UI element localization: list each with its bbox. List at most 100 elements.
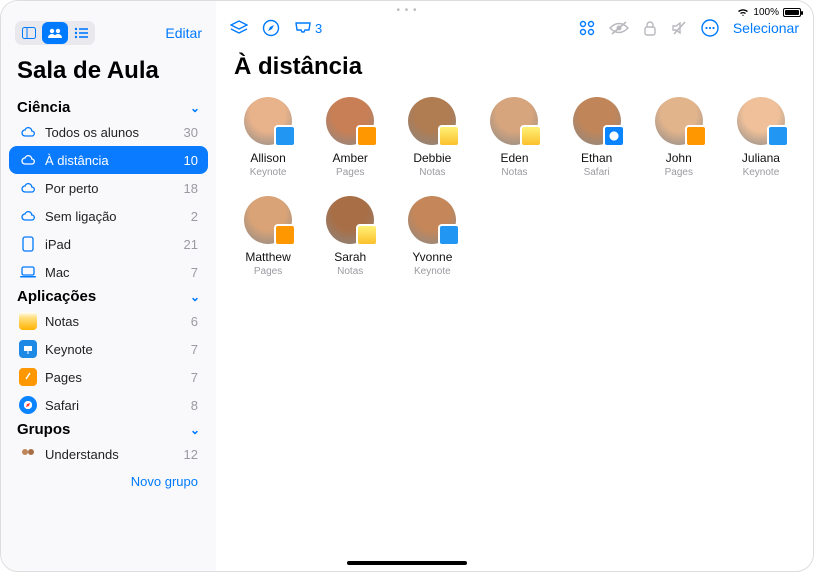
stack-icon[interactable]: [230, 20, 248, 36]
sidebar-item[interactable]: Notas 6: [9, 307, 208, 335]
sidebar-item-count: 7: [191, 265, 198, 280]
student-app: Keynote: [743, 167, 780, 178]
student-app: Pages: [665, 167, 693, 178]
home-indicator: [347, 561, 467, 565]
pages-icon: [19, 368, 37, 386]
student-card[interactable]: Allison Keynote: [230, 97, 306, 178]
main-area: 3 Selecionar À distância: [216, 1, 813, 571]
student-app: Pages: [336, 167, 364, 178]
battery-icon: [783, 8, 801, 17]
sidebar-item-label: Notas: [45, 314, 79, 329]
pages-icon: [356, 125, 378, 147]
sidebar-item-label: Pages: [45, 370, 82, 385]
sidebar: Editar Sala de Aula Ciência ⌄ Todos os al…: [1, 1, 216, 571]
sidebar-item-label: Keynote: [45, 342, 93, 357]
sidebar-item-label: Todos os alunos: [45, 125, 139, 140]
sidebar-item-count: 6: [191, 314, 198, 329]
view-segmented-control[interactable]: [15, 21, 95, 45]
section-header[interactable]: Grupos⌄: [9, 419, 208, 440]
sidebar-item-count: 21: [184, 237, 198, 252]
student-app: Notas: [419, 167, 445, 178]
inbox-count: 3: [315, 21, 322, 36]
sidebar-item-label: Understands: [45, 447, 119, 462]
notes-icon: [356, 224, 378, 246]
student-avatar: [244, 196, 292, 244]
student-avatar: [737, 97, 785, 145]
student-app: Notas: [337, 266, 363, 277]
sidebar-item[interactable]: À distância 10: [9, 146, 208, 174]
sidebar-item[interactable]: Keynote 7: [9, 335, 208, 363]
sidebar-item-count: 10: [184, 153, 198, 168]
student-avatar: [408, 97, 456, 145]
seg-list-icon[interactable]: [68, 22, 94, 44]
lock-icon[interactable]: [643, 20, 657, 36]
student-avatar: [326, 196, 374, 244]
sidebar-item[interactable]: Safari 8: [9, 391, 208, 419]
sidebar-item[interactable]: Todos os alunos 30: [9, 118, 208, 146]
student-name: Juliana: [742, 151, 780, 165]
student-app: Keynote: [250, 167, 287, 178]
section-header[interactable]: Ciência ⌄: [9, 97, 208, 118]
app-title: Sala de Aula: [9, 53, 208, 95]
battery-pct: 100%: [753, 7, 779, 18]
chevron-down-icon: ⌄: [190, 101, 200, 115]
toolbar: 3 Selecionar: [216, 1, 813, 41]
student-avatar: [326, 97, 374, 145]
sidebar-item-count: 30: [184, 125, 198, 140]
student-card[interactable]: Matthew Pages: [230, 196, 306, 277]
sidebar-item[interactable]: Pages 7: [9, 363, 208, 391]
sidebar-item-label: À distância: [45, 153, 109, 168]
select-button[interactable]: Selecionar: [733, 20, 799, 36]
new-group-button[interactable]: Novo grupo: [9, 470, 208, 493]
sidebar-item[interactable]: Understands 12: [9, 440, 208, 468]
people-icon: [19, 445, 37, 463]
keynote-icon: [19, 340, 37, 358]
safari-icon: [19, 396, 37, 414]
compass-icon[interactable]: [262, 19, 280, 37]
student-avatar: [655, 97, 703, 145]
sidebar-item[interactable]: Sem ligação 2: [9, 202, 208, 230]
student-card[interactable]: John Pages: [641, 97, 717, 178]
student-card[interactable]: Yvonne Keynote: [394, 196, 470, 277]
sidebar-item[interactable]: Mac 7: [9, 258, 208, 286]
student-card[interactable]: Debbie Notas: [394, 97, 470, 178]
student-card[interactable]: Ethan Safari: [559, 97, 635, 178]
mute-icon[interactable]: [671, 20, 687, 36]
sidebar-item-label: iPad: [45, 237, 71, 252]
student-card[interactable]: Juliana Keynote: [723, 97, 799, 178]
section-header[interactable]: Aplicações⌄: [9, 286, 208, 307]
student-name: Amber: [333, 151, 368, 165]
student-card[interactable]: Eden Notas: [476, 97, 552, 178]
student-card[interactable]: Sarah Notas: [312, 196, 388, 277]
student-avatar: [573, 97, 621, 145]
sidebar-item-label: Safari: [45, 398, 79, 413]
seg-sidebar-icon[interactable]: [16, 22, 42, 44]
student-name: Yvonne: [412, 250, 452, 264]
keynote-icon: [274, 125, 296, 147]
seg-people-icon[interactable]: [42, 22, 68, 44]
student-name: Ethan: [581, 151, 612, 165]
cloud-icon: [19, 123, 37, 141]
student-grid: Allison Keynote Amber Pages Debbie Notas…: [216, 97, 813, 277]
student-app: Keynote: [414, 266, 451, 277]
eye-off-icon[interactable]: [609, 21, 629, 35]
section-title: Aplicações: [17, 288, 96, 305]
sidebar-item-label: Mac: [45, 265, 70, 280]
inbox-icon[interactable]: 3: [294, 21, 322, 36]
grid-icon[interactable]: [579, 20, 595, 36]
student-card[interactable]: Amber Pages: [312, 97, 388, 178]
sidebar-item-label: Sem ligação: [45, 209, 117, 224]
edit-button[interactable]: Editar: [165, 25, 202, 41]
sidebar-item[interactable]: Por perto 18: [9, 174, 208, 202]
status-bar: 09:41 100%: [737, 7, 801, 18]
section-title: Ciência: [17, 99, 70, 116]
more-icon[interactable]: [701, 19, 719, 37]
student-avatar: [408, 196, 456, 244]
student-app: Pages: [254, 266, 282, 277]
sidebar-item-count: 7: [191, 370, 198, 385]
sidebar-item[interactable]: iPad 21: [9, 230, 208, 258]
sidebar-item-count: 8: [191, 398, 198, 413]
keynote-icon: [767, 125, 789, 147]
notes-icon: [438, 125, 460, 147]
cloud-icon: [19, 179, 37, 197]
